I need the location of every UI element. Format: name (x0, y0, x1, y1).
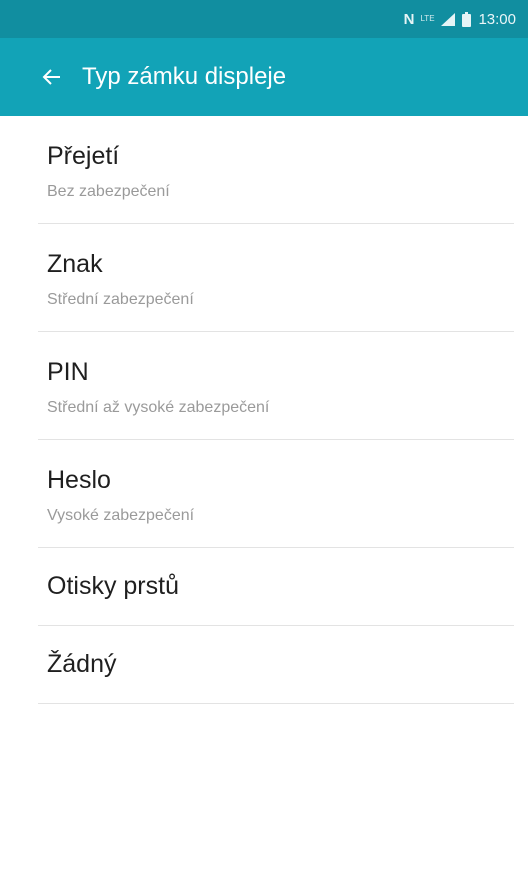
nfc-icon: N (403, 10, 415, 28)
option-title: Heslo (47, 466, 111, 494)
lock-type-list: Přejetí Bez zabezpečení Znak Střední zab… (0, 116, 528, 704)
option-subtitle: Střední zabezpečení (47, 291, 194, 308)
battery-icon (462, 11, 472, 27)
option-subtitle: Střední až vysoké zabezpečení (47, 399, 270, 416)
option-none[interactable]: Žádný (38, 626, 514, 704)
option-pin[interactable]: PIN Střední až vysoké zabezpečení (38, 332, 514, 440)
option-password[interactable]: Heslo Vysoké zabezpečení (38, 440, 514, 548)
option-subtitle: Bez zabezpečení (47, 183, 170, 200)
option-subtitle: Vysoké zabezpečení (47, 507, 195, 524)
option-pattern[interactable]: Znak Střední zabezpečení (38, 224, 514, 332)
option-title: Žádný (47, 650, 117, 678)
back-button[interactable] (30, 55, 74, 99)
option-title: PIN (47, 358, 89, 386)
app-bar: Typ zámku displeje (0, 38, 528, 116)
page-title: Typ zámku displeje (82, 63, 287, 90)
lte-icon: LTE (420, 14, 435, 23)
status-bar: N LTE 13:00 (0, 0, 528, 38)
option-title: Otisky prstů (47, 572, 179, 600)
status-icons: N LTE 13:00 (404, 0, 516, 38)
option-fingerprints[interactable]: Otisky prstů (38, 548, 514, 626)
option-title: Přejetí (47, 142, 120, 170)
signal-icon (441, 12, 456, 26)
lock-screen-type-settings: N LTE 13:00 Typ zámku displeje Přejetí B… (0, 0, 528, 885)
option-title: Znak (47, 250, 103, 278)
arrow-left-icon (42, 69, 60, 85)
clock: 13:00 (478, 10, 516, 28)
option-swipe[interactable]: Přejetí Bez zabezpečení (38, 116, 514, 224)
